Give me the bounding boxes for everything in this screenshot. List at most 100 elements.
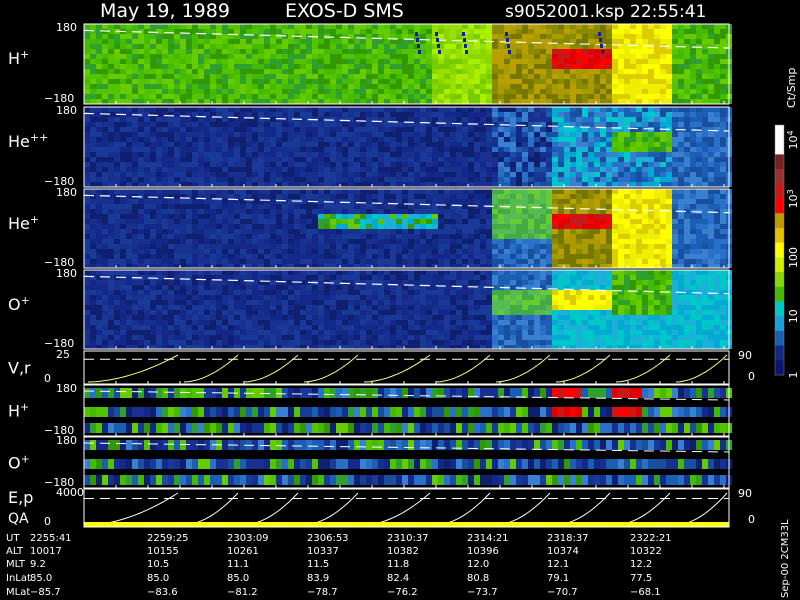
spectrogram-cell: [624, 234, 630, 239]
spectrogram-cell: [198, 249, 204, 254]
spectrogram-cell: [342, 229, 348, 234]
spectrogram-cell: [582, 244, 588, 249]
spectrogram-cell: [612, 219, 618, 224]
spectrogram-cell: [426, 157, 432, 162]
spectrogram-cell: [480, 229, 486, 234]
spectrogram-cell: [342, 244, 348, 249]
spectrogram-cell: [630, 122, 636, 127]
spectrogram-cell: [594, 234, 600, 239]
spectrogram-cell: [84, 122, 90, 127]
spectrogram-cell: [324, 244, 330, 249]
spectrogram-cell: [150, 74, 156, 79]
spectrogram-cell: [462, 84, 468, 89]
spectrogram-cell: [624, 189, 630, 194]
spectrogram-cell: [216, 152, 222, 157]
spectrogram-cell: [390, 49, 396, 54]
spectrogram-cell: [330, 132, 336, 137]
spectrogram-cell: [150, 112, 156, 117]
spectrogram-cell: [114, 172, 120, 177]
spectrogram-cell: [498, 229, 504, 234]
spectrogram-cell: [390, 167, 396, 172]
spectrogram-cell: [348, 59, 354, 64]
spectrogram-cell: [150, 29, 156, 34]
spectrogram-cell: [300, 69, 306, 74]
spectrogram-cell: [372, 172, 378, 177]
spectrogram-cell: [606, 89, 612, 94]
spectrogram-cell: [96, 234, 102, 239]
spectrogram-cell: [648, 24, 654, 29]
spectrogram-cell: [222, 204, 228, 209]
spectrogram-cell: [696, 79, 702, 84]
spectrogram-cell: [456, 64, 462, 69]
spectrogram-cell: [132, 39, 138, 44]
spectrogram-cell: [606, 142, 612, 147]
spectrogram-cell: [618, 74, 624, 79]
spectrogram-cell: [408, 84, 414, 89]
spectrogram-cell: [240, 254, 246, 259]
spectrogram-cell: [144, 94, 150, 99]
spectrogram-cell: [498, 157, 504, 162]
spectrogram-cell: [594, 74, 600, 79]
spectrogram-cell: [486, 239, 492, 244]
spectrogram-cell: [624, 79, 630, 84]
spectrogram-cell: [294, 234, 300, 239]
spectrogram-cell: [468, 189, 474, 194]
spectrogram-cell: [222, 64, 228, 69]
spectrogram-cell: [402, 204, 408, 209]
spectrogram-cell: [252, 44, 258, 49]
spectrogram-cell: [360, 147, 366, 152]
spectrogram-cell: [276, 127, 282, 132]
spectrogram-cell: [516, 239, 522, 244]
spectrogram-cell: [228, 249, 234, 254]
spectrogram-cell: [312, 147, 318, 152]
spectrogram-cell: [96, 167, 102, 172]
spectrogram-cell: [402, 152, 408, 157]
spectrogram-cell: [246, 224, 252, 229]
spectrogram-cell: [306, 74, 312, 79]
spectrogram-cell: [162, 177, 168, 182]
spectrogram-cell: [228, 167, 234, 172]
spectrogram-cell: [666, 99, 672, 104]
spectrogram-cell: [372, 29, 378, 34]
spectrogram-cell: [144, 244, 150, 249]
spectrogram-cell: [132, 204, 138, 209]
spectrogram-cell: [318, 69, 324, 74]
spectrogram-cell: [186, 107, 192, 112]
spectrogram-cell: [120, 209, 126, 214]
spectrogram-cell: [618, 34, 624, 39]
spectrogram-cell: [414, 112, 420, 117]
spectrogram-cell: [312, 182, 318, 187]
spectrogram-cell: [558, 214, 564, 219]
spectrogram-cell: [588, 24, 594, 29]
spectrogram-cell: [702, 157, 708, 162]
spectrogram-cell: [114, 234, 120, 239]
spectrogram-cell: [600, 79, 606, 84]
spectrogram-cell: [402, 34, 408, 39]
spectrogram-cell: [306, 127, 312, 132]
spectrogram-cell: [480, 49, 486, 54]
spectrogram-cell: [598, 32, 601, 36]
spectrogram-cell: [192, 162, 198, 167]
spectrogram-cell: [300, 162, 306, 167]
spectrogram-cell: [126, 84, 132, 89]
spectrogram-cell: [144, 122, 150, 127]
spectrogram-cell: [234, 142, 240, 147]
spectrogram-cell: [156, 112, 162, 117]
spectrogram-cell: [654, 74, 660, 79]
spectrogram-cell: [192, 84, 198, 89]
spectrogram-cell: [540, 147, 546, 152]
spectrogram-cell: [396, 219, 402, 224]
spectrogram-cell: [606, 69, 612, 74]
spectrogram-cell: [498, 142, 504, 147]
spectrogram-cell: [546, 214, 552, 219]
spectrogram-cell: [348, 49, 354, 54]
spectrogram-cell: [240, 157, 246, 162]
spectrogram-cell: [468, 34, 474, 39]
spectrogram-cell: [690, 137, 696, 142]
spectrogram-cell: [642, 64, 648, 69]
spectrogram-cell: [180, 249, 186, 254]
spectrogram-cell: [96, 259, 102, 264]
spectrogram-cell: [642, 132, 648, 137]
spectrogram-cell: [678, 182, 684, 187]
spectrogram-cell: [234, 29, 240, 34]
